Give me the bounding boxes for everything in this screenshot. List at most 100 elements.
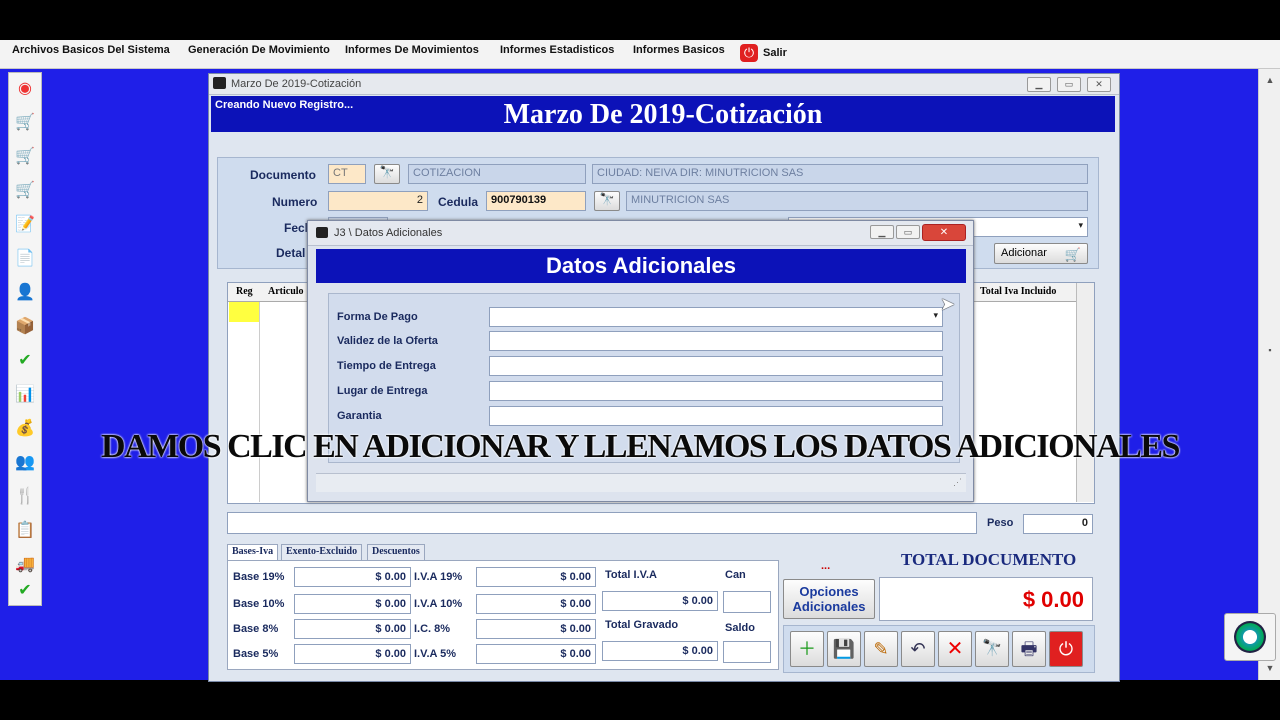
tab-descuentos[interactable]: Descuentos bbox=[367, 544, 425, 560]
coins-icon[interactable]: ◉ bbox=[12, 75, 38, 101]
menu-informes-movimientos[interactable]: Informes De Movimientos bbox=[345, 44, 479, 56]
mouse-cursor-icon: ➤ bbox=[940, 294, 956, 314]
action-toolbar: ＋ 💾 ✎ ↶ ✕ 🔭 🖶 ⏻ bbox=[783, 625, 1095, 673]
grid-divider bbox=[259, 302, 260, 502]
dialog-maximize-button[interactable]: ▭ bbox=[896, 225, 920, 239]
base-10-label: Base 10% bbox=[233, 598, 285, 610]
total-iva-label: Total I.V.A bbox=[605, 569, 657, 581]
app-brand-icon[interactable] bbox=[1224, 613, 1276, 661]
documento-code-field[interactable]: CT bbox=[328, 164, 366, 184]
desktop-scrollbar[interactable]: ▲ ▪ ▼ bbox=[1258, 69, 1280, 680]
garantia-label: Garantia bbox=[337, 410, 382, 422]
title-banner: Creando Nuevo Registro... Marzo De 2019-… bbox=[211, 96, 1115, 132]
lugar-entrega-label: Lugar de Entrega bbox=[337, 385, 428, 397]
check-icon[interactable]: ✔ bbox=[12, 577, 38, 603]
search-client-binoculars-icon[interactable]: 🔭 bbox=[594, 191, 620, 211]
cedula-field[interactable]: 900790139 bbox=[486, 191, 586, 211]
base-19-label: Base 19% bbox=[233, 571, 285, 583]
dialog-minimize-button[interactable]: ▁ bbox=[870, 225, 894, 239]
menu-informes-basicos[interactable]: Informes Basicos bbox=[633, 44, 725, 56]
client-name-field: MINUTRICION SAS bbox=[626, 191, 1088, 211]
numero-field[interactable]: 2 bbox=[328, 191, 428, 211]
lugar-entrega-field[interactable] bbox=[489, 381, 943, 401]
ic-8-value: $ 0.00 bbox=[476, 619, 596, 639]
menu-informes-estadisticos[interactable]: Informes Estadisticos bbox=[500, 44, 614, 56]
total-gravado-label: Total Gravado bbox=[605, 619, 679, 631]
minimize-button[interactable]: ▁ bbox=[1027, 77, 1051, 92]
scroll-up-icon[interactable]: ▲ bbox=[1263, 73, 1277, 87]
ic-8-label: I.C. 8% bbox=[414, 623, 451, 635]
dialog-close-button[interactable]: ✕ bbox=[922, 224, 966, 241]
video-caption: DAMOS CLIC EN ADICIONAR Y LLENAMOS LOS D… bbox=[101, 428, 1180, 465]
opciones-adicionales-button[interactable]: Opciones Adicionales bbox=[783, 579, 875, 619]
tools-icon[interactable]: 🍴 bbox=[12, 483, 38, 509]
delivery-icon[interactable]: 🚚 bbox=[12, 551, 38, 577]
page-title: Marzo De 2019-Cotización bbox=[503, 99, 823, 130]
documento-label: Documento bbox=[250, 168, 316, 182]
cart-remove-icon[interactable]: 🛒 bbox=[12, 177, 38, 203]
print-icon[interactable]: 🖶 bbox=[1012, 631, 1046, 667]
adicionar-button[interactable]: Adicionar 🛒 bbox=[994, 243, 1088, 264]
dialog-title: J3 \ Datos Adicionales bbox=[334, 227, 443, 239]
detail-line-field[interactable] bbox=[227, 512, 977, 534]
menu-salir[interactable]: Salir bbox=[763, 47, 787, 59]
validez-oferta-label: Validez de la Oferta bbox=[337, 335, 438, 347]
box-icon[interactable]: 📦 bbox=[12, 313, 38, 339]
power-icon[interactable]: ⏻ bbox=[740, 44, 758, 62]
peso-field: 0 bbox=[1023, 514, 1093, 534]
close-button[interactable]: ✕ bbox=[1087, 77, 1111, 92]
detalle-label: Detal bbox=[276, 246, 306, 260]
total-documento-label: TOTAL DOCUMENTO bbox=[901, 550, 1077, 569]
menu-bar: Archivos Basicos Del Sistema Generación … bbox=[0, 40, 1280, 69]
forma-pago-dropdown[interactable]: ▾ bbox=[489, 307, 943, 327]
document-edit-icon[interactable]: 📝 bbox=[12, 211, 38, 237]
power-icon[interactable]: ⏻ bbox=[1049, 631, 1083, 667]
iva-19-value: $ 0.00 bbox=[476, 567, 596, 587]
saldo-field bbox=[723, 641, 771, 663]
cart-icon[interactable]: 🛒 bbox=[12, 109, 38, 135]
bases-iva-panel: Base 19% $ 0.00 I.V.A 19% $ 0.00 Base 10… bbox=[227, 560, 779, 670]
maximize-button[interactable]: ▭ bbox=[1057, 77, 1081, 92]
new-icon[interactable]: ＋ bbox=[790, 631, 824, 667]
can-label: Can bbox=[725, 569, 746, 581]
iva-19-label: I.V.A 19% bbox=[414, 571, 463, 583]
total-gravado-value: $ 0.00 bbox=[602, 641, 718, 661]
status-text: Creando Nuevo Registro... bbox=[215, 99, 354, 111]
document-icon[interactable]: 📄 bbox=[12, 245, 38, 271]
menu-archivos-basicos[interactable]: Archivos Basicos Del Sistema bbox=[12, 44, 170, 56]
tiempo-entrega-field[interactable] bbox=[489, 356, 943, 376]
iva-10-label: I.V.A 10% bbox=[414, 598, 463, 610]
resize-grip-icon[interactable]: ⋰ bbox=[953, 477, 962, 488]
checklist-icon[interactable]: ✔ bbox=[12, 347, 38, 373]
garantia-field[interactable] bbox=[489, 406, 943, 426]
tab-strip: Bases-Iva Exento-Excluido Descuentos bbox=[227, 544, 627, 560]
scroll-down-icon[interactable]: ▼ bbox=[1263, 661, 1277, 675]
sync-icon bbox=[1234, 621, 1266, 653]
menu-generacion-movimiento[interactable]: Generación De Movimiento bbox=[188, 44, 330, 56]
selected-cell[interactable] bbox=[229, 302, 259, 322]
undo-icon[interactable]: ↶ bbox=[901, 631, 935, 667]
col-reg-header: Reg bbox=[236, 286, 253, 297]
total-iva-value: $ 0.00 bbox=[602, 591, 718, 611]
tab-bases-iva[interactable]: Bases-Iva bbox=[227, 544, 279, 560]
scroll-thumb-icon[interactable]: ▪ bbox=[1263, 343, 1277, 357]
iva-5-label: I.V.A 5% bbox=[414, 648, 456, 660]
saldo-label: Saldo bbox=[725, 622, 755, 634]
save-icon[interactable]: 💾 bbox=[827, 631, 861, 667]
base-10-value: $ 0.00 bbox=[294, 594, 411, 614]
user-icon[interactable]: 👤 bbox=[12, 279, 38, 305]
window-title: Marzo De 2019-Cotización bbox=[231, 78, 362, 90]
base-8-value: $ 0.00 bbox=[294, 619, 411, 639]
grid-scrollbar[interactable] bbox=[1076, 283, 1094, 502]
delete-icon[interactable]: ✕ bbox=[938, 631, 972, 667]
binoculars-icon[interactable]: 🔭 bbox=[374, 164, 400, 184]
tab-exento-excluido[interactable]: Exento-Excluido bbox=[281, 544, 363, 560]
report-icon[interactable]: 📋 bbox=[12, 517, 38, 543]
search-binoculars-icon[interactable]: 🔭 bbox=[975, 631, 1009, 667]
validez-oferta-field[interactable] bbox=[489, 331, 943, 351]
app-icon bbox=[213, 77, 226, 89]
modify-icon[interactable]: ✎ bbox=[864, 631, 898, 667]
cart-add-icon[interactable]: 🛒 bbox=[12, 143, 38, 169]
chart-icon[interactable]: 📊 bbox=[12, 381, 38, 407]
window-titlebar: Marzo De 2019-Cotización ▁ ▭ ✕ bbox=[209, 74, 1119, 95]
